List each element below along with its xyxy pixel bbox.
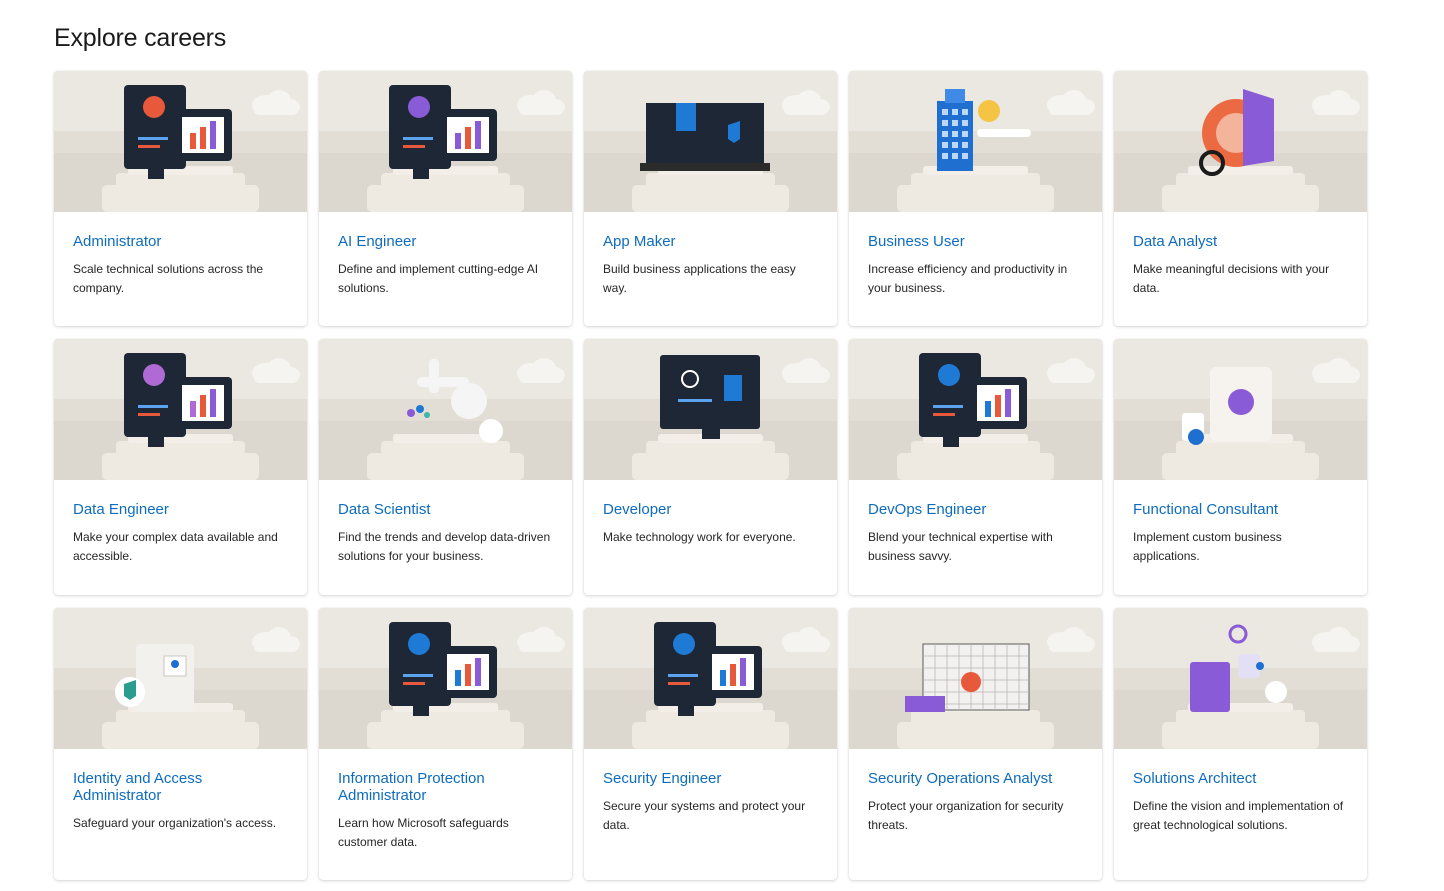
career-card-body: Administrator Scale technical solutions … (54, 212, 307, 298)
career-card-body: Developer Make technology work for every… (584, 480, 837, 547)
terminal-compass-pipeline-illustration (849, 339, 1102, 480)
career-title-link[interactable]: Functional Consultant (1133, 501, 1348, 518)
career-title-link[interactable]: Data Analyst (1133, 233, 1348, 250)
career-description: Scale technical solutions across the com… (73, 262, 264, 295)
career-card-app-maker[interactable]: App Maker Build business applications th… (584, 71, 837, 326)
career-card-developer[interactable]: Developer Make technology work for every… (584, 339, 837, 595)
career-description: Make technology work for everyone. (603, 530, 796, 544)
career-description: Define the vision and implementation of … (1133, 799, 1344, 832)
career-description: Find the trends and develop data-driven … (338, 530, 551, 563)
career-card-functional-consultant[interactable]: Functional Consultant Implement custom b… (1114, 339, 1367, 595)
career-card-devops-engineer[interactable]: DevOps Engineer Blend your technical exp… (849, 339, 1102, 595)
laptop-app-builder-illustration (584, 71, 837, 212)
career-description: Define and implement cutting-edge AI sol… (338, 262, 539, 295)
career-card-data-scientist[interactable]: Data Scientist Find the trends and devel… (319, 339, 572, 595)
shield-terminal-safe-illustration (584, 608, 837, 749)
career-title-link[interactable]: AI Engineer (338, 233, 553, 250)
career-card-body: Security Engineer Secure your systems an… (584, 749, 837, 835)
pie-chart-magnifier-illustration (1114, 71, 1367, 212)
career-card-security-engineer[interactable]: Security Engineer Secure your systems an… (584, 608, 837, 880)
career-card-body: Data Engineer Make your complex data ava… (54, 480, 307, 566)
career-title-link[interactable]: Developer (603, 501, 818, 518)
career-description: Implement custom business applications. (1133, 530, 1282, 563)
career-card-data-engineer[interactable]: Data Engineer Make your complex data ava… (54, 339, 307, 595)
office-building-illustration (849, 71, 1102, 212)
career-title-link[interactable]: App Maker (603, 233, 818, 250)
career-card-body: Identity and Access Administrator Safegu… (54, 749, 307, 833)
architecture-blocks-illustration (1114, 608, 1367, 749)
career-title-link[interactable]: Data Engineer (73, 501, 288, 518)
career-title-link[interactable]: Identity and Access Administrator (73, 770, 288, 804)
career-description: Build business applications the easy way… (603, 262, 796, 295)
career-card-information-protection-administrator[interactable]: Information Protection Administrator Lea… (319, 608, 572, 880)
terminal-and-brain-illustration (319, 71, 572, 212)
monitor-code-globe-illustration (584, 339, 837, 480)
terminal-and-laptop-chart-illustration (54, 339, 307, 480)
career-card-administrator[interactable]: Administrator Scale technical solutions … (54, 71, 307, 326)
career-card-security-operations-analyst[interactable]: Security Operations Analyst Protect your… (849, 608, 1102, 880)
career-description: Increase efficiency and productivity in … (868, 262, 1068, 295)
career-card-body: Solutions Architect Define the vision an… (1114, 749, 1367, 835)
career-description: Secure your systems and protect your dat… (603, 799, 806, 832)
career-card-body: Business User Increase efficiency and pr… (849, 212, 1102, 298)
career-card-solutions-architect[interactable]: Solutions Architect Define the vision an… (1114, 608, 1367, 880)
monitor-with-user-profile-illustration (54, 71, 307, 212)
career-title-link[interactable]: Information Protection Administrator (338, 770, 553, 804)
clipboard-chat-illustration (1114, 339, 1367, 480)
career-card-body: Data Scientist Find the trends and devel… (319, 480, 572, 566)
career-card-body: AI Engineer Define and implement cutting… (319, 212, 572, 298)
explore-careers-page: Explore careers Administrator Scale tech… (0, 0, 1444, 891)
career-title-link[interactable]: Security Operations Analyst (868, 770, 1083, 787)
career-card-ai-engineer[interactable]: AI Engineer Define and implement cutting… (319, 71, 572, 326)
career-card-body: DevOps Engineer Blend your technical exp… (849, 480, 1102, 566)
career-description: Protect your organization for security t… (868, 799, 1064, 832)
career-description: Make meaningful decisions with your data… (1133, 262, 1330, 295)
page-title: Explore careers (54, 24, 227, 52)
door-shield-key-illustration (54, 608, 307, 749)
career-card-data-analyst[interactable]: Data Analyst Make meaningful decisions w… (1114, 71, 1367, 326)
career-card-body: Security Operations Analyst Protect your… (849, 749, 1102, 835)
career-title-link[interactable]: Business User (868, 233, 1083, 250)
career-card-body: Functional Consultant Implement custom b… (1114, 480, 1367, 566)
career-card-body: Data Analyst Make meaningful decisions w… (1114, 212, 1367, 298)
career-description: Make your complex data available and acc… (73, 530, 278, 563)
careers-grid: Administrator Scale technical solutions … (54, 71, 1367, 880)
terminal-safe-key-illustration (319, 608, 572, 749)
grid-screen-threats-illustration (849, 608, 1102, 749)
career-card-body: Information Protection Administrator Lea… (319, 749, 572, 852)
career-description: Learn how Microsoft safeguards customer … (338, 816, 509, 849)
career-card-identity-and-access-administrator[interactable]: Identity and Access Administrator Safegu… (54, 608, 307, 880)
career-title-link[interactable]: Solutions Architect (1133, 770, 1348, 787)
career-title-link[interactable]: Data Scientist (338, 501, 553, 518)
microscope-illustration (319, 339, 572, 480)
career-title-link[interactable]: Administrator (73, 233, 288, 250)
career-description: Blend your technical expertise with busi… (868, 530, 1053, 563)
career-card-body: App Maker Build business applications th… (584, 212, 837, 298)
career-title-link[interactable]: Security Engineer (603, 770, 818, 787)
career-title-link[interactable]: DevOps Engineer (868, 501, 1083, 518)
career-description: Safeguard your organization's access. (73, 816, 277, 830)
career-card-business-user[interactable]: Business User Increase efficiency and pr… (849, 71, 1102, 326)
